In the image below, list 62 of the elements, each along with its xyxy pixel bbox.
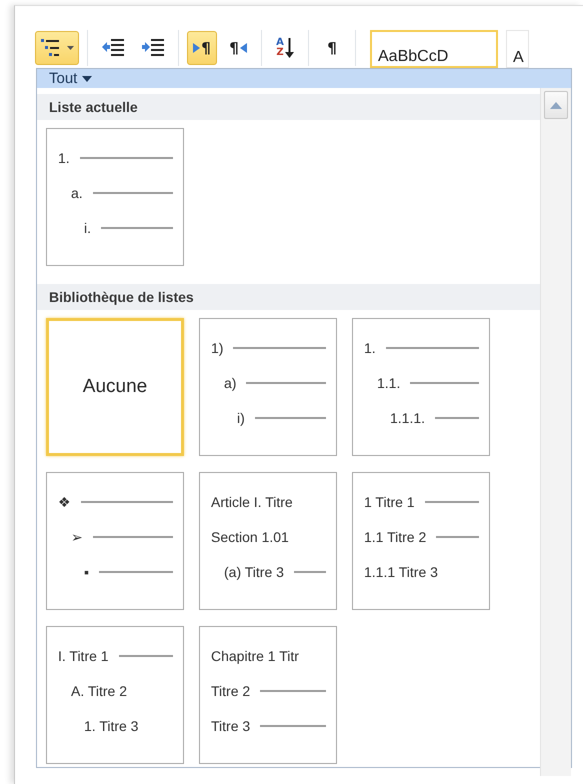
rule-line — [254, 416, 326, 418]
style-preview[interactable]: AaBbCcD — [370, 30, 498, 68]
down-arrow-icon — [284, 38, 294, 58]
level-label: Article I. Titre — [211, 494, 293, 510]
list-style-tile[interactable]: Article I. Titre Section 1.01 (a) Titre 3 — [199, 472, 337, 610]
level-label: a. — [71, 184, 83, 200]
level-label: i. — [84, 220, 91, 236]
rule-line — [294, 570, 326, 572]
rule-line — [424, 500, 479, 502]
list-style-tile[interactable]: 1) a) i) — [199, 318, 337, 456]
caret-icon — [67, 46, 74, 50]
level-label: i) — [237, 410, 245, 426]
list-style-tile[interactable]: Aucune — [46, 318, 184, 456]
list-style-tile[interactable]: 1 Titre 1 1.1 Titre 2 1.1.1 Titre 3 — [352, 472, 490, 610]
caret-icon — [82, 76, 92, 82]
list-style-tile[interactable]: Chapitre 1 Titr Titre 2 Titre 3 — [199, 626, 337, 764]
level-label: 1.1.1. — [390, 410, 426, 426]
triangle-icon — [193, 43, 200, 53]
level-label: 1 Titre 1 — [364, 494, 415, 510]
style-preview[interactable]: A — [506, 30, 529, 68]
level-label: 1. Titre 3 — [84, 718, 138, 734]
level-label: a) — [224, 374, 236, 390]
list-style-tile[interactable]: I. Titre 1 A. Titre 2 1. Titre 3 — [46, 626, 184, 764]
level-label: A. Titre 2 — [71, 682, 128, 698]
scrollbar[interactable] — [540, 88, 571, 776]
level-label: Section 1.01 — [211, 528, 289, 544]
increase-indent-icon — [141, 37, 165, 59]
decrease-indent-icon — [101, 37, 125, 59]
up-arrow-icon — [550, 102, 562, 108]
show-marks-button[interactable]: ¶ — [317, 31, 347, 65]
left-to-right-button[interactable]: ¶ — [187, 31, 217, 65]
level-label: Titre 3 — [211, 718, 250, 734]
rule-line — [410, 382, 479, 384]
level-label: ➢ — [71, 528, 83, 544]
level-label: 1.1.1 Titre 3 — [364, 564, 438, 580]
level-label: 1. — [58, 150, 70, 166]
multilevel-list-button[interactable] — [35, 31, 79, 65]
sort-button[interactable]: A Z — [270, 31, 300, 65]
right-to-left-button[interactable]: ¶ — [223, 31, 253, 65]
level-label: (a) Titre 3 — [224, 564, 284, 580]
rule-line — [101, 226, 173, 228]
section-header: Bibliothèque de listes — [37, 284, 540, 310]
list-style-tile[interactable]: ❖ ➢ ▪ — [46, 472, 184, 610]
level-label: ❖ — [58, 494, 71, 510]
level-label: I. Titre 1 — [58, 648, 109, 664]
list-style-tile[interactable]: 1. a. i. — [46, 128, 184, 266]
level-label: 1.1 Titre 2 — [364, 528, 426, 544]
list-style-tile[interactable]: 1. 1.1. 1.1.1. — [352, 318, 490, 456]
section-header: Liste actuelle — [37, 94, 540, 120]
filter-dropdown[interactable]: Tout — [37, 69, 571, 88]
level-label: Titre 2 — [211, 682, 250, 698]
rule-line — [436, 536, 479, 538]
level-label: 1) — [211, 340, 224, 356]
level-label: Chapitre 1 Titr — [211, 648, 299, 664]
level-label: ▪ — [84, 564, 89, 580]
level-label: 1.1. — [377, 374, 400, 390]
rule-line — [435, 416, 479, 418]
rule-line — [118, 654, 173, 656]
rule-line — [260, 724, 326, 726]
level-label: 1. — [364, 340, 376, 356]
triangle-icon — [240, 43, 247, 53]
rule-line — [260, 690, 326, 692]
